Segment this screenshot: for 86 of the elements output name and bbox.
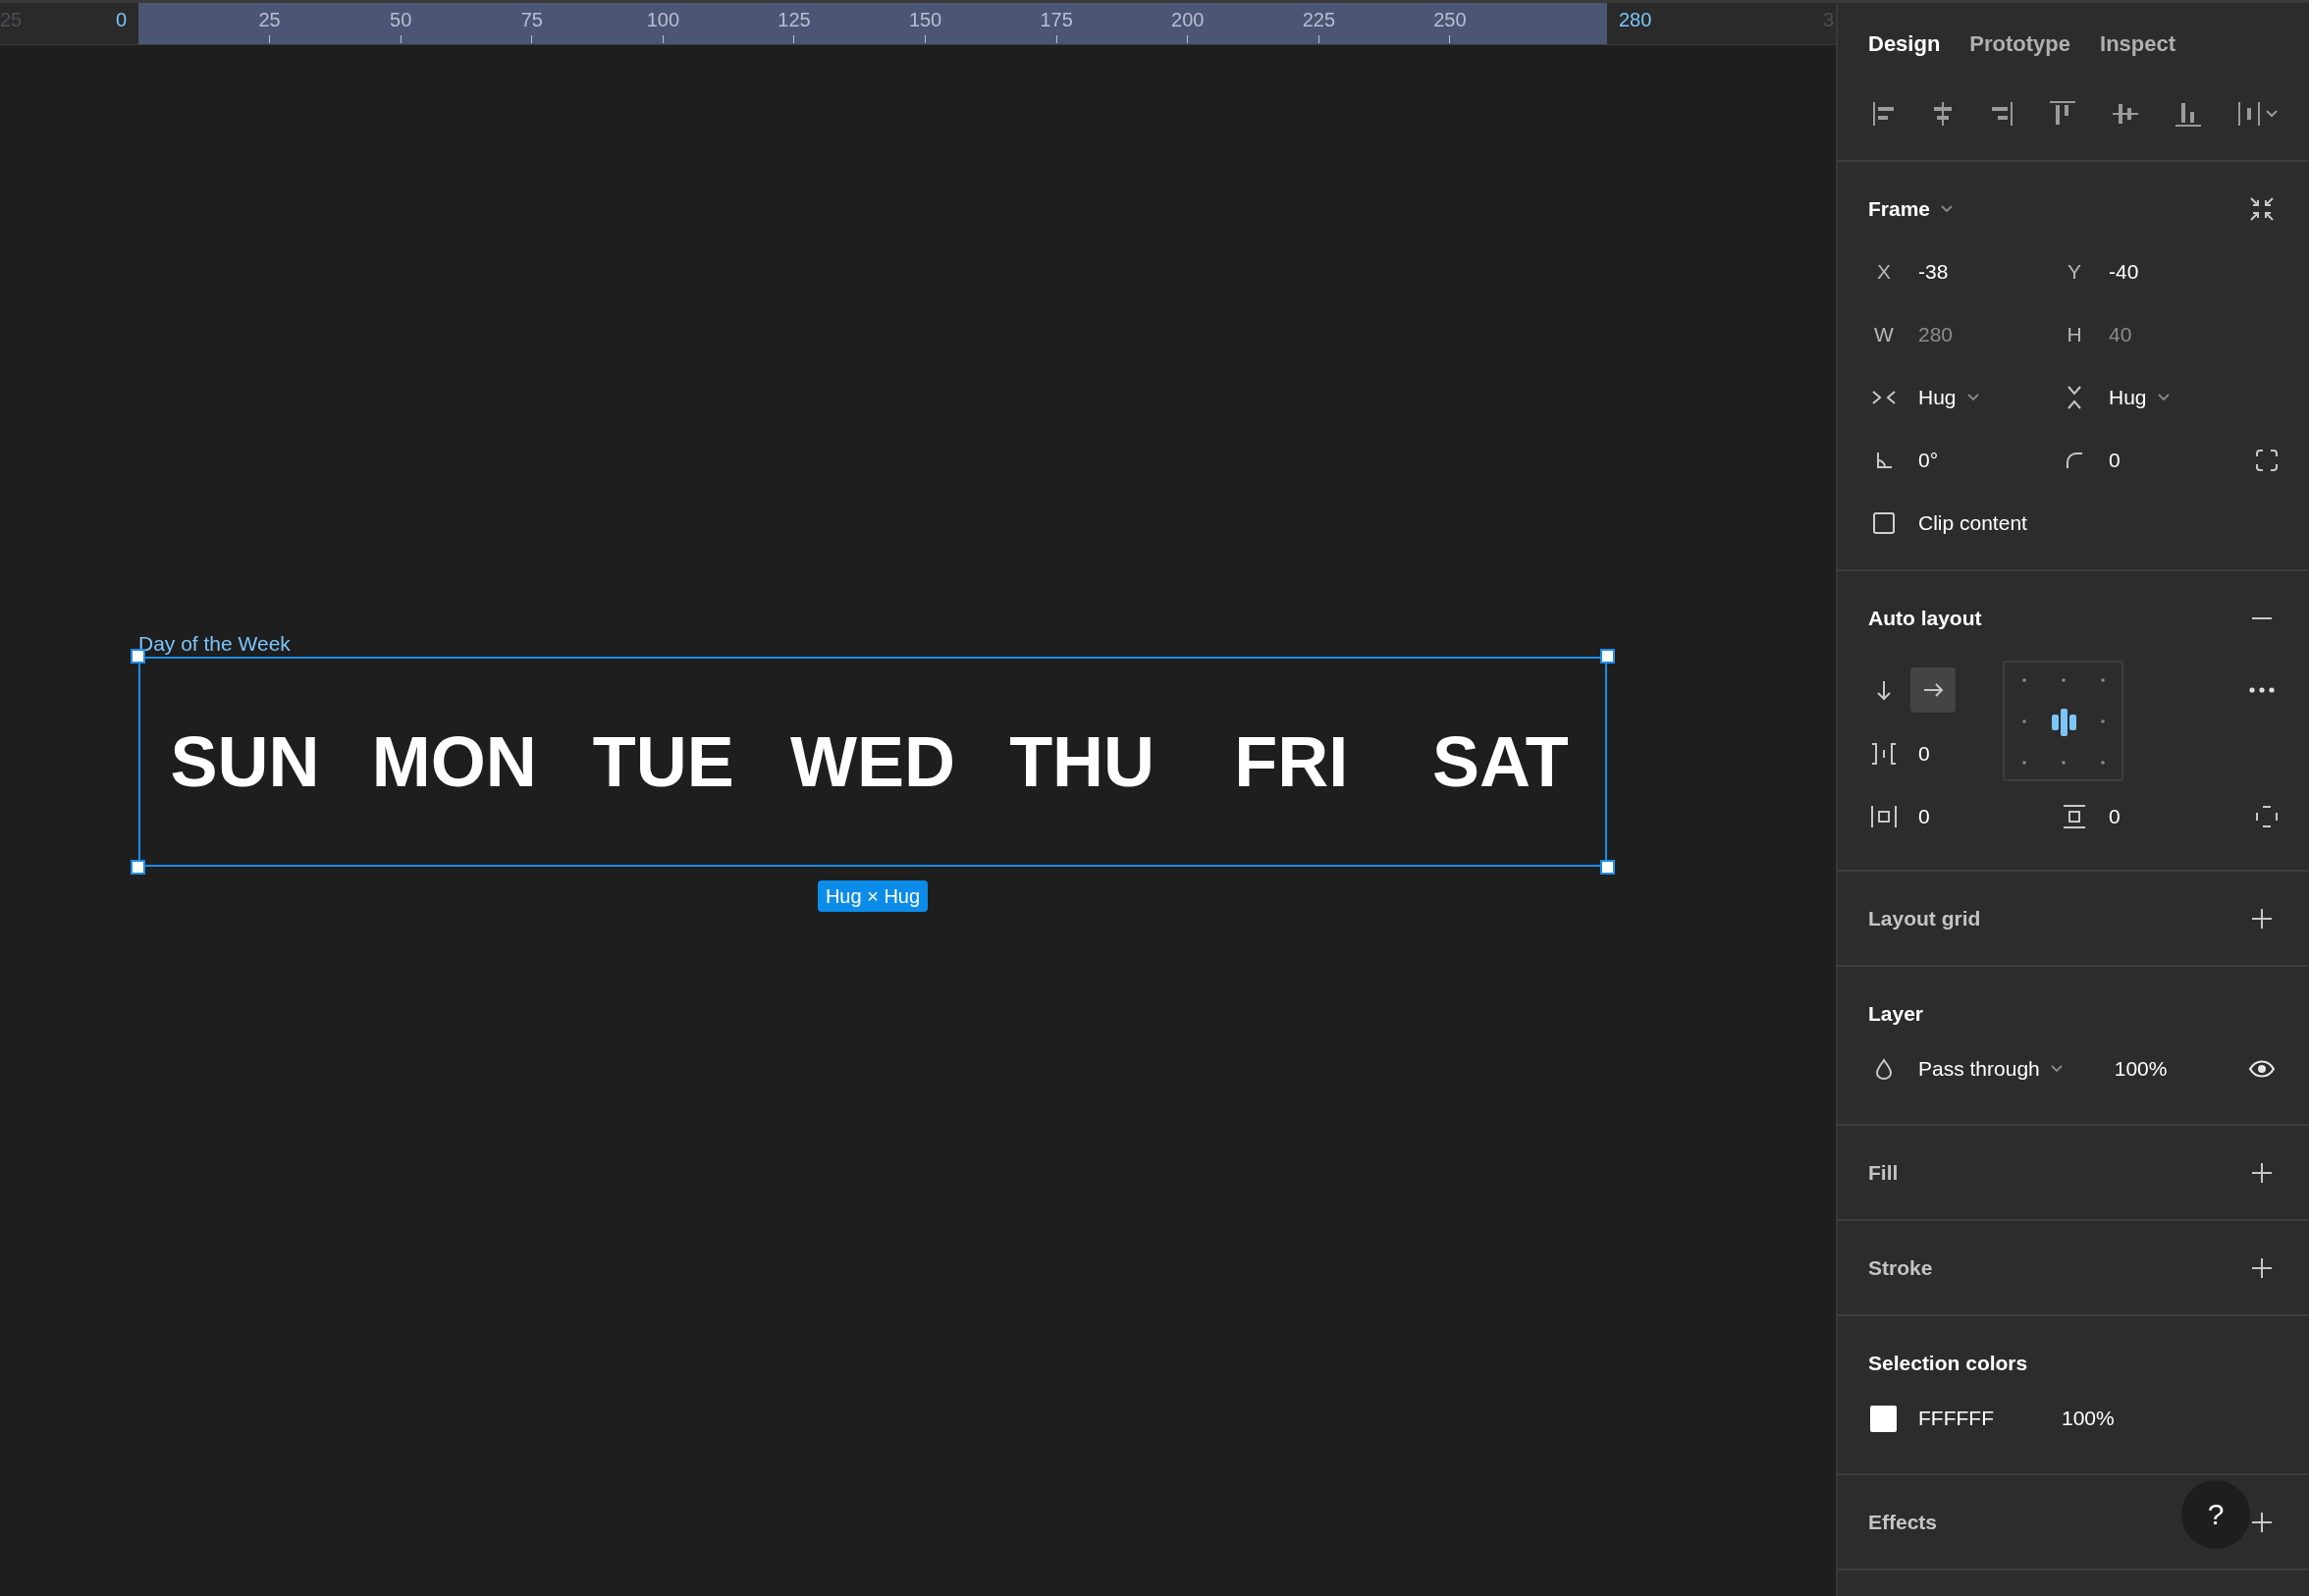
size-badge: Hug × Hug xyxy=(817,880,929,912)
minus-icon[interactable] xyxy=(2251,616,2273,620)
frame[interactable]: SUN MON TUE WED THU FRI SAT xyxy=(138,657,1607,867)
alignment-grid[interactable] xyxy=(2003,661,2123,781)
caret-down-icon[interactable] xyxy=(1940,204,1955,214)
eye-icon[interactable] xyxy=(2248,1059,2276,1079)
ruler-label: 125 xyxy=(778,8,811,31)
caret-down-icon[interactable] xyxy=(2156,393,2171,402)
align-right-icon[interactable] xyxy=(1990,100,2014,128)
color-swatch[interactable] xyxy=(1870,1405,1897,1432)
padding-options-icon[interactable] xyxy=(2255,805,2279,828)
field-value[interactable]: Hug xyxy=(1918,386,1957,409)
section-title: Selection colors xyxy=(1868,1352,2028,1375)
frame-name-label[interactable]: Day of the Week xyxy=(138,631,291,657)
section-title: Auto layout xyxy=(1868,607,1982,630)
caret-down-icon[interactable] xyxy=(2049,1064,2064,1074)
field-value[interactable]: Hug xyxy=(2109,386,2147,409)
section-title: Layer xyxy=(1868,1002,1924,1026)
ruler-label: 50 xyxy=(390,8,412,31)
corner-radius-icon xyxy=(2065,451,2084,470)
section-title: Layout grid xyxy=(1868,907,1981,931)
field-value[interactable]: 0° xyxy=(1918,449,1939,472)
ruler-label: 175 xyxy=(1040,8,1073,31)
help-button[interactable]: ? xyxy=(2181,1480,2250,1549)
color-hex-value[interactable]: FFFFFF xyxy=(1918,1407,2062,1430)
field-label: W xyxy=(1874,323,1894,346)
section-title: Fill xyxy=(1868,1161,1899,1185)
plus-icon[interactable] xyxy=(2251,1512,2273,1533)
blend-mode-dropdown[interactable]: Pass through xyxy=(1918,1057,2064,1081)
plus-icon[interactable] xyxy=(2251,908,2273,930)
ruler-label: 75 xyxy=(520,8,543,31)
ruler-label: 250 xyxy=(1433,8,1467,31)
day-label: FRI xyxy=(1233,721,1350,803)
checkbox-label: Clip content xyxy=(1918,511,2027,535)
angle-icon xyxy=(1874,451,1894,470)
opacity-value[interactable]: 100% xyxy=(2114,1057,2168,1081)
field-label: X xyxy=(1877,260,1891,284)
ruler-label: 25 xyxy=(258,8,281,31)
panel-tab[interactable]: Inspect xyxy=(2100,31,2176,57)
panel-tab[interactable]: Prototype xyxy=(1969,31,2071,57)
align-bottom-icon[interactable] xyxy=(2175,100,2202,128)
ruler-label: 0 xyxy=(115,8,127,31)
resize-handle[interactable] xyxy=(1600,860,1615,875)
day-label: TUE xyxy=(591,721,735,803)
ruler-label: 280 xyxy=(1619,8,1652,31)
day-label: SAT xyxy=(1431,721,1570,803)
panel-tab[interactable]: Design xyxy=(1868,31,1941,57)
align-left-icon[interactable] xyxy=(1872,100,1896,128)
field-value[interactable]: 0 xyxy=(2109,805,2121,828)
ruler-label: 100 xyxy=(646,8,680,31)
corner-brackets-icon[interactable] xyxy=(2255,449,2279,472)
field-value[interactable]: 0 xyxy=(1918,742,1930,766)
vertical-hug-icon xyxy=(2065,385,2084,410)
field-value[interactable]: 0 xyxy=(2109,449,2121,472)
day-label: WED xyxy=(789,721,956,803)
horizontal-padding-icon xyxy=(1870,804,1898,829)
caret-down-icon[interactable] xyxy=(1965,393,1980,402)
section-title: Effects xyxy=(1868,1511,1938,1534)
field-value[interactable]: -40 xyxy=(2109,260,2139,284)
collapse-arrows-icon[interactable] xyxy=(2249,196,2275,222)
plus-icon[interactable] xyxy=(2251,1162,2273,1184)
spacing-icon xyxy=(1870,742,1898,766)
drop-icon xyxy=(1875,1058,1893,1080)
align-top-icon[interactable] xyxy=(2049,100,2076,128)
field-label: Y xyxy=(2067,260,2081,284)
section-title: Stroke xyxy=(1868,1256,1933,1280)
ruler-label: 200 xyxy=(1171,8,1205,31)
day-label: THU xyxy=(1008,721,1156,803)
ruler-label: 225 xyxy=(1302,8,1336,31)
resize-handle[interactable] xyxy=(131,860,145,875)
horizontal-hug-icon xyxy=(1871,388,1897,407)
day-label: SUN xyxy=(169,721,321,803)
checkbox[interactable] xyxy=(1873,512,1895,534)
horizontal-direction-button[interactable] xyxy=(1910,667,1956,713)
section-title: Frame xyxy=(1868,197,1931,221)
ruler-label: 150 xyxy=(908,8,942,31)
field-value[interactable]: -38 xyxy=(1918,260,1949,284)
resize-handle[interactable] xyxy=(1600,649,1615,664)
opacity-value[interactable]: 100% xyxy=(2062,1407,2115,1430)
field-label: H xyxy=(2067,323,2082,346)
day-label: MON xyxy=(370,721,538,803)
field-value[interactable]: 0 xyxy=(1918,805,1930,828)
vertical-padding-icon xyxy=(2062,804,2087,829)
plus-icon[interactable] xyxy=(2251,1257,2273,1279)
align-horizontal-center-icon[interactable] xyxy=(1931,100,1955,128)
more-icon[interactable] xyxy=(2249,687,2275,693)
